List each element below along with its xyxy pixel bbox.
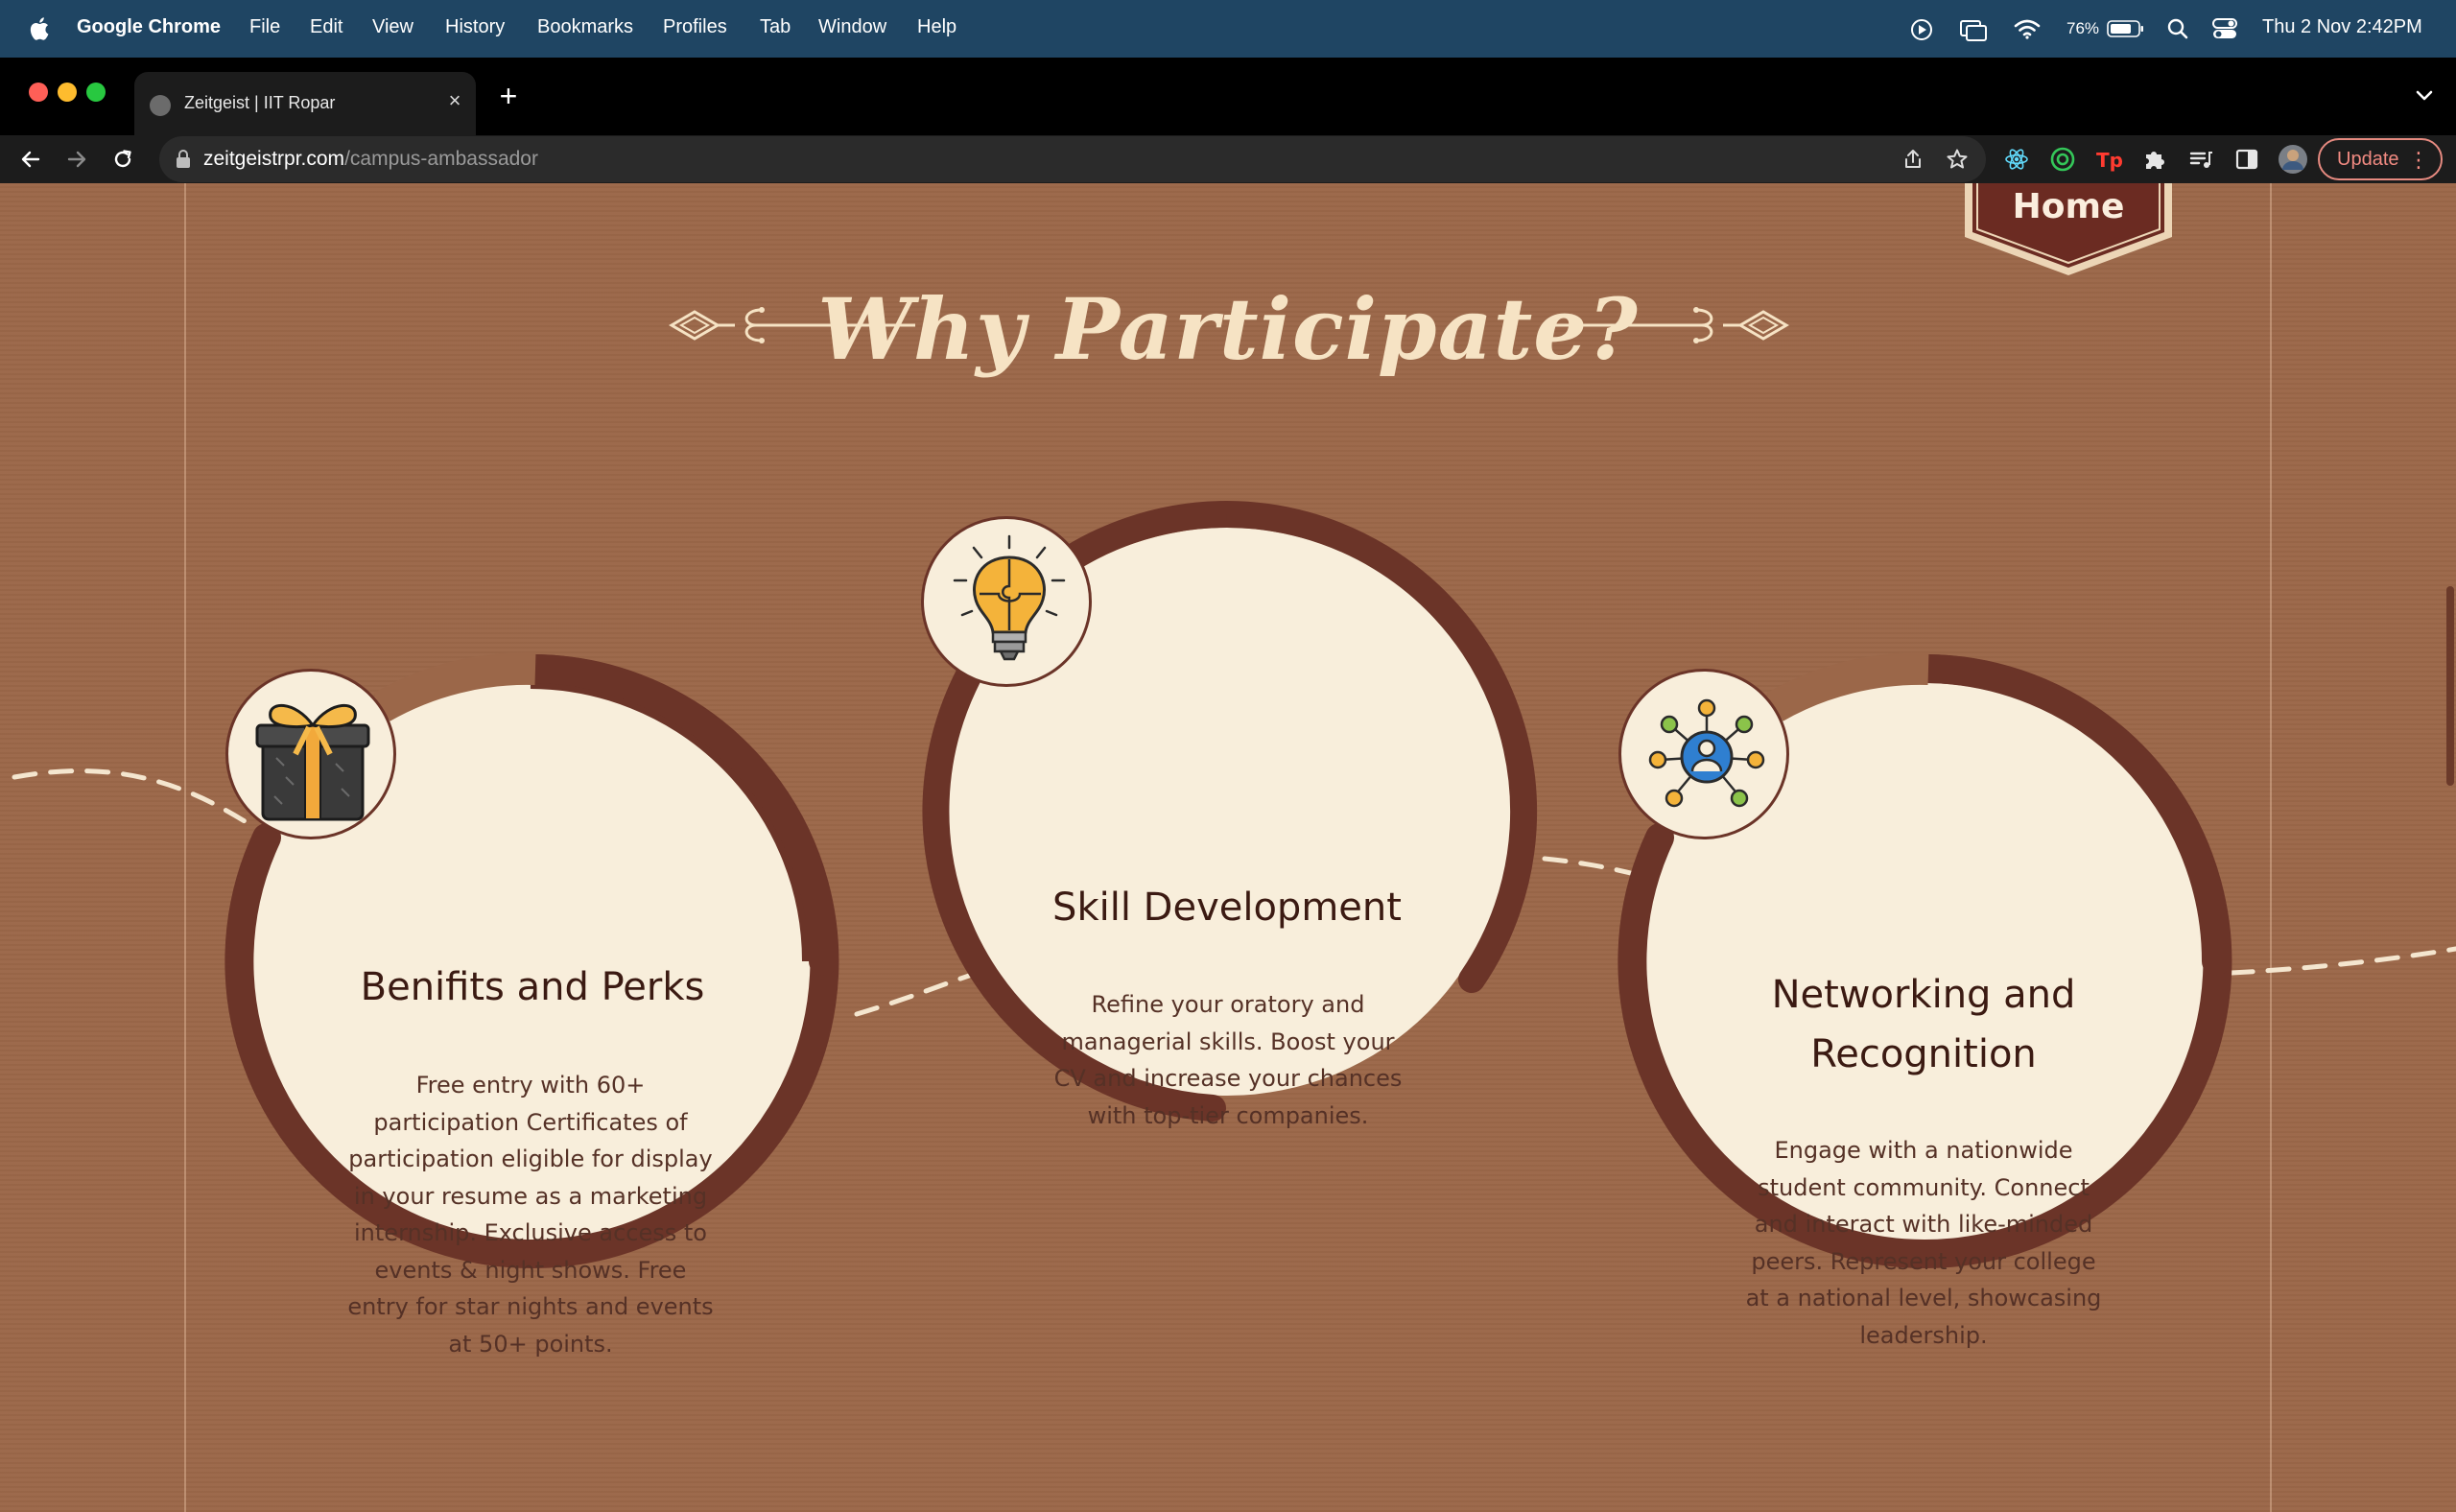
screen-mirroring-icon[interactable] (1959, 17, 1988, 42)
more-vertical-icon[interactable]: ⋮ (2408, 148, 2429, 173)
chrome-update-button[interactable]: Update ⋮ (2318, 138, 2443, 180)
menu-tab[interactable]: Tab (760, 16, 791, 38)
side-panel-button[interactable] (2228, 136, 2266, 182)
benefits-title: Benifits and Perks (360, 965, 705, 1009)
benefits-line: participation eligible for display (348, 1146, 713, 1172)
target-extension[interactable] (2043, 136, 2082, 182)
site-favicon (150, 95, 171, 116)
networking-line: student community. Connect (1758, 1173, 2090, 1201)
skill-line: with top-tier companies. (1087, 1101, 1369, 1129)
back-button[interactable] (13, 135, 48, 183)
web-page-viewport: Home Why Participate? Benifits and Perks… (0, 183, 2456, 1512)
green-target-icon (2050, 147, 2075, 172)
networking-description: Engage with a nationwide student communi… (1732, 1132, 2115, 1354)
profile-avatar-button[interactable] (2274, 136, 2312, 182)
networking-title-line: Recognition (1810, 1032, 2037, 1076)
networking-line: at a national level, showcasing (1745, 1285, 2102, 1311)
tp-extension[interactable]: Tp (2090, 136, 2128, 182)
menu-window[interactable]: Window (818, 16, 886, 38)
skill-line: CV and increase your chances (1053, 1065, 1403, 1092)
url-path: /campus-ambassador (344, 148, 538, 170)
section-title: Why Participate? (817, 279, 1639, 379)
menu-history[interactable]: History (445, 16, 505, 38)
menu-file[interactable]: File (249, 16, 280, 38)
url-host: zeitgeistrpr.com (203, 148, 345, 170)
gift-icon (255, 703, 370, 821)
networking-line: Engage with a nationwide (1774, 1137, 2073, 1164)
playlist-icon (2189, 152, 2212, 168)
benefits-line: in your resume as a marketing (353, 1182, 708, 1210)
tab-close-icon[interactable]: × (443, 89, 466, 112)
lightbulb-puzzle-icon (953, 534, 1066, 661)
network-people-icon (1648, 698, 1765, 808)
bookmark-star-icon[interactable] (1946, 148, 1969, 171)
extensions-button[interactable] (2136, 136, 2174, 182)
menu-edit[interactable]: Edit (310, 16, 342, 38)
window-close-button[interactable] (29, 83, 48, 102)
forward-button[interactable] (59, 135, 94, 183)
react-devtools-extension[interactable] (1997, 136, 2036, 182)
benefits-line: participation Certificates of (373, 1108, 688, 1136)
networking-icon-badge (1618, 669, 1789, 839)
skill-line: Refine your oratory and (1091, 991, 1365, 1018)
url-text: zeitgeistrpr.com/campus-ambassador (203, 148, 538, 171)
skill-line: managerial skills. Boost your (1061, 1028, 1395, 1055)
benefits-icon-badge (225, 669, 396, 839)
profile-avatar-icon (2279, 145, 2307, 174)
networking-title: Networking and Recognition (1732, 965, 2115, 1084)
menu-profiles[interactable]: Profiles (663, 16, 727, 38)
browser-tab-active[interactable]: Zeitgeist | IIT Ropar × (134, 72, 476, 135)
skill-icon-badge (921, 516, 1092, 687)
lock-icon[interactable] (175, 149, 192, 170)
networking-line: peers. Represent your college (1751, 1247, 2096, 1275)
puzzle-piece-icon (2146, 152, 2164, 169)
arrow-right-icon (67, 151, 86, 168)
menu-view[interactable]: View (372, 16, 413, 38)
react-atom-icon (2005, 149, 2028, 170)
arrow-left-icon (21, 151, 40, 168)
new-tab-button[interactable]: + (493, 81, 524, 111)
macos-menu-bar: Google Chrome File Edit View History Boo… (0, 0, 2456, 58)
screen-recording-icon[interactable] (1909, 17, 1934, 42)
networking-title-line: Networking and (1771, 973, 2076, 1017)
update-label: Update (2337, 148, 2399, 170)
tab-title: Zeitgeist | IIT Ropar (184, 93, 336, 112)
menu-app-name[interactable]: Google Chrome (77, 16, 221, 38)
skill-title: Skill Development (1052, 886, 1402, 930)
battery-icon[interactable] (2107, 19, 2145, 38)
skill-description: Refine your oratory and managerial skill… (1036, 986, 1420, 1134)
apple-logo-icon[interactable] (27, 15, 50, 42)
benefits-line: entry for star nights and events (347, 1293, 714, 1320)
home-nav-link[interactable]: Home (1963, 187, 2174, 226)
side-panel-icon (2235, 149, 2258, 170)
share-icon[interactable] (1901, 148, 1925, 171)
reload-icon (114, 150, 131, 168)
benefits-description: Free entry with 60+ participation Certif… (339, 1067, 722, 1362)
spotlight-search-icon[interactable] (2166, 17, 2189, 40)
window-minimize-button[interactable] (58, 83, 77, 102)
menu-bookmarks[interactable]: Bookmarks (537, 16, 633, 38)
benefits-line: Free entry with 60+ (415, 1072, 646, 1099)
menubar-clock[interactable]: Thu 2 Nov 2:42PM (2262, 16, 2422, 38)
svg-text:Tp: Tp (2096, 149, 2122, 172)
page-scrollbar-thumb[interactable] (2446, 586, 2454, 786)
tp-logo-icon: Tp (2096, 149, 2122, 172)
wifi-icon[interactable] (2013, 17, 2042, 40)
address-bar[interactable]: zeitgeistrpr.com/campus-ambassador (159, 136, 1986, 182)
battery-percentage: 76% (2066, 19, 2100, 37)
networking-line: leadership. (1859, 1321, 1988, 1349)
networking-line: and interact with like-minded (1754, 1211, 2093, 1238)
benefits-line: events & night shows. Free (374, 1256, 687, 1284)
tab-search-chevron-icon[interactable] (2412, 83, 2437, 107)
media-controls-button[interactable] (2182, 136, 2220, 182)
control-center-icon[interactable] (2212, 17, 2237, 40)
window-zoom-button[interactable] (86, 83, 106, 102)
benefits-line: internship. Exclusive access to (354, 1219, 707, 1246)
reload-button[interactable] (106, 135, 140, 183)
benefits-line: at 50+ points. (448, 1330, 613, 1358)
menu-help[interactable]: Help (917, 16, 956, 38)
